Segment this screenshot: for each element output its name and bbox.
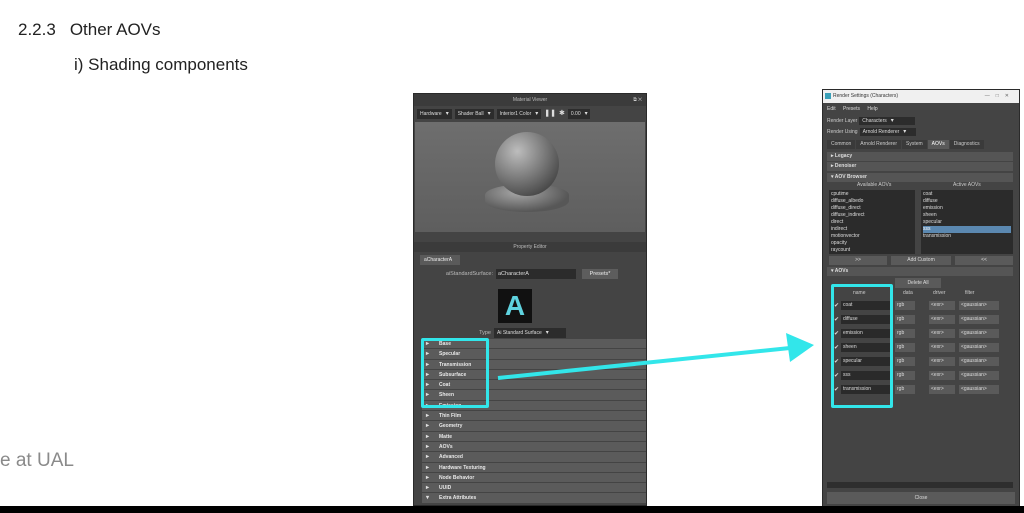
aov-driver-dropdown[interactable]: <exr>: [929, 371, 955, 380]
menu-presets[interactable]: Presets: [843, 106, 860, 112]
aov-driver-dropdown[interactable]: <exr>: [929, 385, 955, 394]
aov-driver-dropdown[interactable]: <exr>: [929, 343, 955, 352]
list-item[interactable]: specular: [923, 219, 1011, 226]
column-data: data: [903, 290, 913, 296]
add-custom-button[interactable]: Add Custom: [891, 256, 951, 265]
denoiser-section[interactable]: Denoiser: [827, 162, 1013, 171]
move-left-button[interactable]: <<: [955, 256, 1013, 265]
list-item[interactable]: diffuse_direct: [831, 205, 913, 212]
bottom-border: [0, 506, 1024, 513]
render-layer-row: Render Layer Characters: [827, 116, 916, 125]
maya-logo-icon: [825, 93, 831, 99]
move-right-button[interactable]: >>: [829, 256, 887, 265]
aov-filter-dropdown[interactable]: <gaussian>: [959, 371, 999, 380]
aov-driver-dropdown[interactable]: <exr>: [929, 301, 955, 310]
list-item[interactable]: raycount: [831, 247, 913, 254]
aov-data-dropdown[interactable]: rgb: [895, 385, 915, 394]
aov-data-dropdown[interactable]: rgb: [895, 371, 915, 380]
column-filter: filter: [965, 290, 975, 296]
render-settings-tabs: Common Arnold Renderer System AOVs Diagn…: [827, 140, 985, 149]
window-controls-icon[interactable]: —□✕: [985, 90, 1015, 103]
aov-filter-dropdown[interactable]: <gaussian>: [959, 301, 999, 310]
column-driver: driver: [933, 290, 946, 296]
aovs-section[interactable]: AOVs: [827, 267, 1013, 276]
aov-driver-dropdown[interactable]: <exr>: [929, 357, 955, 366]
legacy-section[interactable]: Legacy: [827, 152, 1013, 161]
list-item[interactable]: direct: [831, 219, 913, 226]
aov-driver-dropdown[interactable]: <exr>: [929, 329, 955, 338]
menu-edit[interactable]: Edit: [827, 106, 836, 112]
render-using-label: Render Using: [827, 128, 858, 135]
tab-diagnostics[interactable]: Diagnostics: [949, 140, 984, 149]
aov-data-dropdown[interactable]: rgb: [895, 343, 915, 352]
render-settings-title: Render Settings (Characters): [833, 93, 899, 99]
aov-filter-dropdown[interactable]: <gaussian>: [959, 357, 999, 366]
render-settings-titlebar: Render Settings (Characters) —□✕: [823, 90, 1019, 103]
aov-driver-dropdown[interactable]: <exr>: [929, 315, 955, 324]
render-layer-dropdown[interactable]: Characters: [859, 116, 916, 125]
delete-all-button[interactable]: Delete All: [895, 278, 941, 288]
render-layer-label: Render Layer: [827, 117, 858, 124]
list-item[interactable]: cputime: [831, 191, 913, 198]
arrow-shaft: [497, 346, 791, 380]
active-aovs-list[interactable]: coat diffuse emission sheen specular sss…: [921, 190, 1013, 254]
list-item[interactable]: diffuse_indirect: [831, 212, 913, 219]
list-item[interactable]: opacity: [831, 240, 913, 247]
list-item[interactable]: transmission: [923, 233, 1011, 240]
list-item[interactable]: coat: [923, 191, 1011, 198]
list-item-selected[interactable]: sss: [923, 226, 1011, 233]
aov-data-dropdown[interactable]: rgb: [895, 315, 915, 324]
available-aovs-header: Available AOVs: [857, 182, 892, 188]
aov-filter-dropdown[interactable]: <gaussian>: [959, 343, 999, 352]
active-aovs-header: Active AOVs: [953, 182, 981, 188]
aov-data-dropdown[interactable]: rgb: [895, 357, 915, 366]
tab-arnold-renderer[interactable]: Arnold Renderer: [856, 140, 901, 149]
list-item[interactable]: diffuse_albedo: [831, 198, 913, 205]
aov-filter-dropdown[interactable]: <gaussian>: [959, 329, 999, 338]
render-using-dropdown[interactable]: Arnold Renderer: [859, 127, 916, 136]
list-item[interactable]: diffuse: [923, 198, 1011, 205]
list-item[interactable]: indirect: [831, 226, 913, 233]
tab-aovs[interactable]: AOVs: [927, 140, 949, 149]
menu-help[interactable]: Help: [867, 106, 877, 112]
available-aovs-list[interactable]: cputime diffuse_albedo diffuse_direct di…: [829, 190, 915, 254]
menu-bar: Edit Presets Help: [823, 104, 884, 114]
render-using-row: Render Using Arnold Renderer: [827, 127, 916, 136]
arrow-head: [786, 333, 814, 362]
highlight-box-aov-names: [831, 284, 893, 408]
list-item[interactable]: motionvector: [831, 233, 913, 240]
aov-browser-section[interactable]: AOV Browser: [827, 173, 1013, 182]
horizontal-scrollbar[interactable]: [827, 482, 1013, 488]
close-button[interactable]: Close: [827, 492, 1015, 504]
aov-filter-dropdown[interactable]: <gaussian>: [959, 385, 999, 394]
list-item[interactable]: sheen: [923, 212, 1011, 219]
aov-filter-dropdown[interactable]: <gaussian>: [959, 315, 999, 324]
aov-data-dropdown[interactable]: rgb: [895, 301, 915, 310]
list-item[interactable]: emission: [923, 205, 1011, 212]
aov-data-dropdown[interactable]: rgb: [895, 329, 915, 338]
tab-system[interactable]: System: [901, 140, 927, 149]
tab-common[interactable]: Common: [827, 140, 856, 149]
